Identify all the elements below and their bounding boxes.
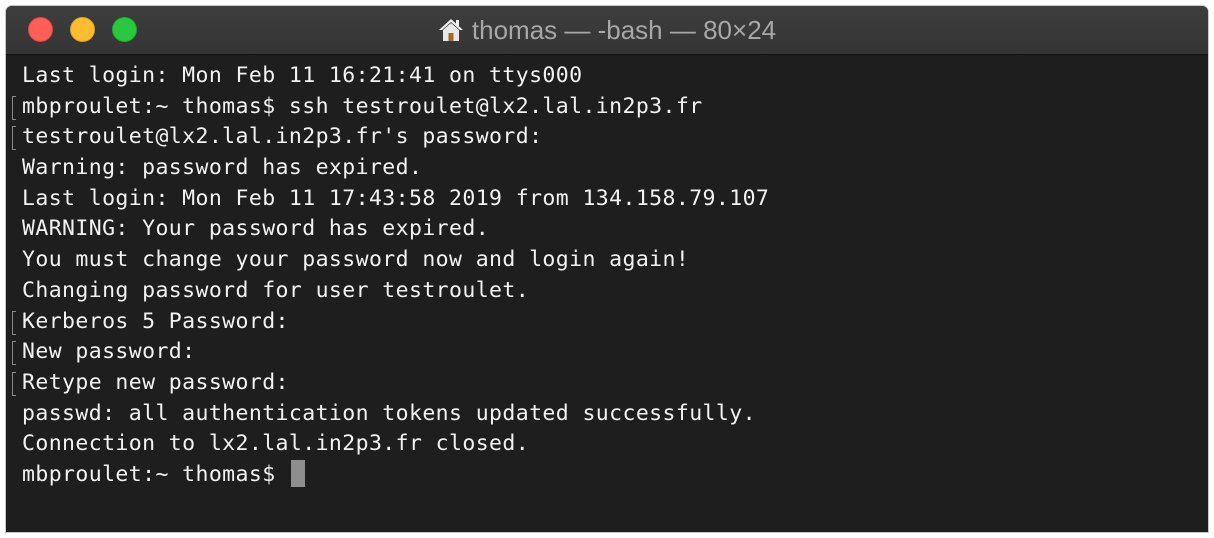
terminal-line-text: New password:	[22, 339, 196, 365]
terminal-line: passwd: all authentication tokens update…	[22, 399, 1198, 430]
terminal-line-text: passwd: all authentication tokens update…	[22, 400, 756, 426]
window-title: thomas — -bash — 80×24	[6, 6, 1208, 54]
terminal-line-text: Connection to lx2.lal.in2p3.fr closed.	[22, 431, 530, 457]
text-cursor	[290, 459, 305, 487]
terminal-line: Warning: password has expired.	[22, 153, 1198, 184]
window-title-text: thomas — -bash — 80×24	[471, 15, 777, 45]
terminal-line-text: Last login: Mon Feb 11 16:21:41 on ttys0…	[22, 63, 583, 88]
terminal-line: Last login: Mon Feb 11 17:43:58 2019 fro…	[22, 184, 1198, 215]
line-mark	[12, 310, 16, 335]
terminal-line-text: Last login: Mon Feb 11 17:43:58 2019 fro…	[22, 185, 770, 211]
terminal-line-text: Kerberos 5 Password:	[22, 308, 289, 334]
terminal-line-text: testroulet@lx2.lal.in2p3.fr's password:	[22, 124, 543, 150]
terminal-line: Last login: Mon Feb 11 16:21:41 on ttys0…	[22, 61, 1198, 92]
home-icon	[438, 9, 464, 57]
prompt-text: mbproulet:~ thomas$	[22, 461, 289, 487]
terminal-line: Connection to lx2.lal.in2p3.fr closed.	[22, 429, 1198, 460]
terminal-line: WARNING: Your password has expired.	[22, 214, 1198, 245]
terminal-line-text: WARNING: Your password has expired.	[22, 216, 490, 242]
terminal-line: Retype new password:	[12, 368, 1198, 399]
prompt-line[interactable]: mbproulet:~ thomas$	[22, 459, 1198, 491]
line-mark	[12, 126, 16, 151]
terminal-line: Kerberos 5 Password:	[12, 307, 1198, 338]
title-bar[interactable]: thomas — -bash — 80×24	[6, 6, 1208, 55]
terminal-line-text: You must change your password now and lo…	[22, 247, 690, 273]
terminal-line: New password:	[12, 337, 1198, 368]
terminal-line-text: Warning: password has expired.	[22, 155, 423, 181]
terminal-line: You must change your password now and lo…	[22, 245, 1198, 276]
terminal-line-text: Changing password for user testroulet.	[22, 277, 530, 303]
terminal-output[interactable]: Last login: Mon Feb 11 16:21:41 on ttys0…	[12, 61, 1198, 532]
terminal-line: Changing password for user testroulet.	[22, 276, 1198, 307]
line-mark	[12, 95, 16, 120]
terminal-line: mbproulet:~ thomas$ ssh testroulet@lx2.l…	[12, 92, 1198, 123]
line-mark	[12, 341, 16, 366]
line-mark	[12, 371, 16, 396]
terminal-line-text: mbproulet:~ thomas$ ssh testroulet@lx2.l…	[22, 93, 703, 119]
terminal-line-text: Retype new password:	[22, 369, 289, 395]
terminal-window: thomas — -bash — 80×24 Last login: Mon F…	[6, 6, 1208, 532]
terminal-line: testroulet@lx2.lal.in2p3.fr's password:	[12, 122, 1198, 153]
